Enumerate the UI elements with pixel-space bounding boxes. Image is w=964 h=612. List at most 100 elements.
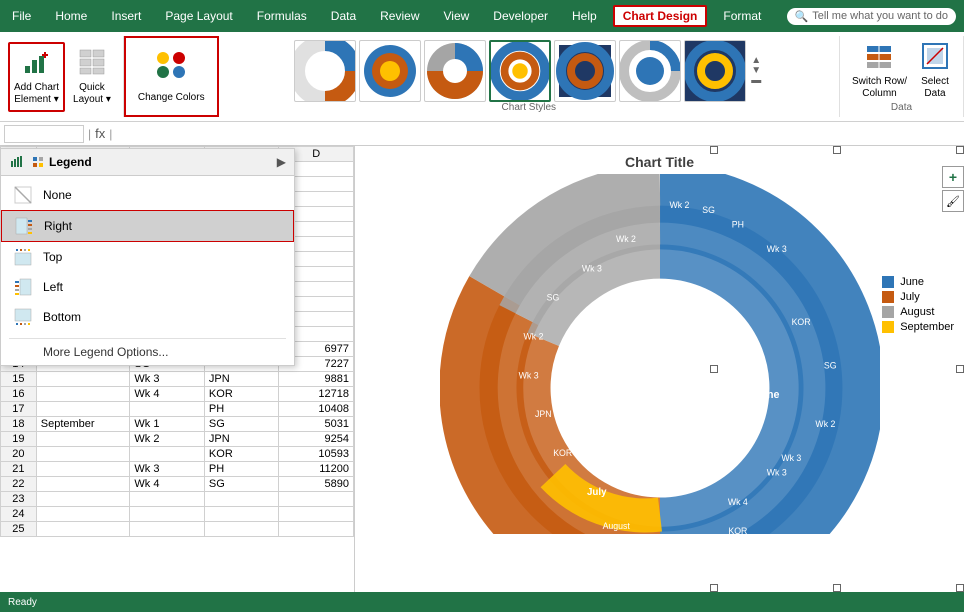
switch-row-column-button[interactable]: Switch Row/Column [848, 40, 911, 102]
table-row: 16Wk 4KOR12718 [1, 387, 354, 402]
svg-text:June: June [754, 389, 779, 401]
legend-header: Legend ▶ [1, 149, 294, 176]
table-row: 17PH10408 [1, 402, 354, 417]
chart-icon [9, 154, 25, 170]
legend-none-option[interactable]: None [1, 180, 294, 210]
insert-function-button[interactable]: fx [95, 126, 105, 141]
name-box[interactable] [4, 125, 84, 143]
svg-text:Wk 3: Wk 3 [781, 453, 801, 463]
formula-sep2: | [109, 127, 112, 141]
group-data: Switch Row/Column SelectData Data [840, 36, 964, 117]
legend-right-option[interactable]: Right [1, 210, 294, 242]
row-num: 20 [1, 447, 37, 462]
tab-help[interactable]: Help [560, 3, 609, 29]
legend-title: Legend [49, 155, 92, 169]
table-row: 24 [1, 507, 354, 522]
none-option-icon [13, 185, 33, 205]
svg-text:Wk 3: Wk 3 [581, 263, 601, 273]
chart-style-1[interactable] [294, 40, 356, 102]
add-chart-element-button[interactable]: Add ChartElement ▾ [8, 42, 65, 112]
legend-label-september: September [900, 321, 954, 333]
legend-header-btn[interactable]: Legend [31, 155, 277, 169]
legend-item-july: July [882, 291, 954, 303]
resize-handle-tm[interactable] [833, 146, 841, 154]
chart-style-4[interactable] [489, 40, 551, 102]
row-num: 16 [1, 387, 37, 402]
formula-input[interactable] [116, 127, 960, 141]
legend-dropdown: Legend ▶ None [0, 148, 295, 366]
group-add-chart: Add ChartElement ▾ QuickLayout ▾ [0, 36, 124, 117]
resize-handle-br[interactable] [956, 584, 964, 592]
switch-row-col-label: Switch Row/Column [852, 76, 907, 100]
tab-chart-design[interactable]: Chart Design [613, 5, 708, 27]
tab-data[interactable]: Data [319, 3, 368, 29]
svg-text:Wk 2: Wk 2 [615, 234, 635, 244]
tab-view[interactable]: View [432, 3, 482, 29]
row-num: 21 [1, 462, 37, 477]
formula-bar: | fx | [0, 122, 964, 146]
row-num: 23 [1, 492, 37, 507]
change-colors-icon [155, 50, 187, 90]
more-legend-options[interactable]: More Legend Options... [1, 341, 294, 365]
top-label: Top [43, 250, 62, 264]
svg-text:Wk 3: Wk 3 [766, 244, 786, 254]
legend-bottom-option[interactable]: Bottom [1, 302, 294, 332]
svg-text:Wk 2: Wk 2 [523, 331, 543, 341]
quick-layout-button[interactable]: QuickLayout ▾ [69, 46, 115, 108]
chart-style-5[interactable] [554, 40, 616, 102]
chart-style-6[interactable] [619, 40, 681, 102]
svg-text:PH: PH [731, 220, 743, 230]
ribbon-tabs: File Home Insert Page Layout Formulas Da… [0, 0, 964, 32]
bottom-option-icon [13, 307, 33, 327]
svg-text:KOR: KOR [791, 317, 810, 327]
menu-section-legend: None Right [1, 176, 294, 336]
add-element-button[interactable]: + [942, 166, 964, 188]
resize-handle-tl[interactable] [710, 146, 718, 154]
legend-color-august [882, 306, 894, 318]
legend-item-august: August [882, 306, 954, 318]
add-chart-icon [23, 48, 51, 80]
tab-developer[interactable]: Developer [481, 3, 560, 29]
tab-file[interactable]: File [0, 3, 43, 29]
select-data-icon [921, 42, 949, 74]
bottom-label: Bottom [43, 310, 81, 324]
tell-me-box[interactable]: 🔍 Tell me what you want to do [787, 8, 956, 25]
change-colors-button[interactable]: Change Colors [134, 46, 209, 108]
tab-formulas[interactable]: Formulas [245, 3, 319, 29]
resize-handle-tr[interactable] [956, 146, 964, 154]
chart-brush-button[interactable]: 🖌 [942, 190, 964, 212]
select-data-button[interactable]: SelectData [915, 40, 955, 102]
svg-text:SG: SG [823, 361, 836, 371]
resize-handle-bm[interactable] [833, 584, 841, 592]
legend-label-july: July [900, 291, 920, 303]
resize-handle-ml[interactable] [710, 365, 718, 373]
chart-style-7[interactable] [684, 40, 746, 102]
submenu-arrow-icon: ▶ [277, 155, 286, 169]
resize-handle-mr[interactable] [956, 365, 964, 373]
change-colors-label: Change Colors [138, 92, 205, 104]
legend-left-option[interactable]: Left [1, 272, 294, 302]
tab-format[interactable]: Format [711, 3, 773, 29]
tab-review[interactable]: Review [368, 3, 431, 29]
scroll-more-icon[interactable]: ▬ [751, 76, 761, 86]
chart-style-2[interactable] [359, 40, 421, 102]
svg-text:Wk 2: Wk 2 [669, 200, 689, 210]
legend-color-june [882, 276, 894, 288]
chart-styles-scroll[interactable]: ▲ ▼ ▬ [749, 56, 763, 86]
svg-text:KOR: KOR [553, 448, 572, 458]
legend-item-september: September [882, 321, 954, 333]
legend-top-option[interactable]: Top [1, 242, 294, 272]
table-row: 19Wk 2JPN9254 [1, 432, 354, 447]
resize-handle-bl[interactable] [710, 584, 718, 592]
tab-page-layout[interactable]: Page Layout [153, 3, 244, 29]
table-row: 21Wk 3PH11200 [1, 462, 354, 477]
formula-sep: | [88, 127, 91, 141]
tab-home[interactable]: Home [43, 3, 99, 29]
table-row: 25 [1, 522, 354, 537]
data-group-label: Data [891, 102, 912, 113]
chart-style-3[interactable] [424, 40, 486, 102]
chart-area: Chart Title [355, 146, 964, 592]
legend-label-august: August [900, 306, 934, 318]
chart-styles-label: Chart Styles [502, 102, 556, 115]
tab-insert[interactable]: Insert [99, 3, 153, 29]
